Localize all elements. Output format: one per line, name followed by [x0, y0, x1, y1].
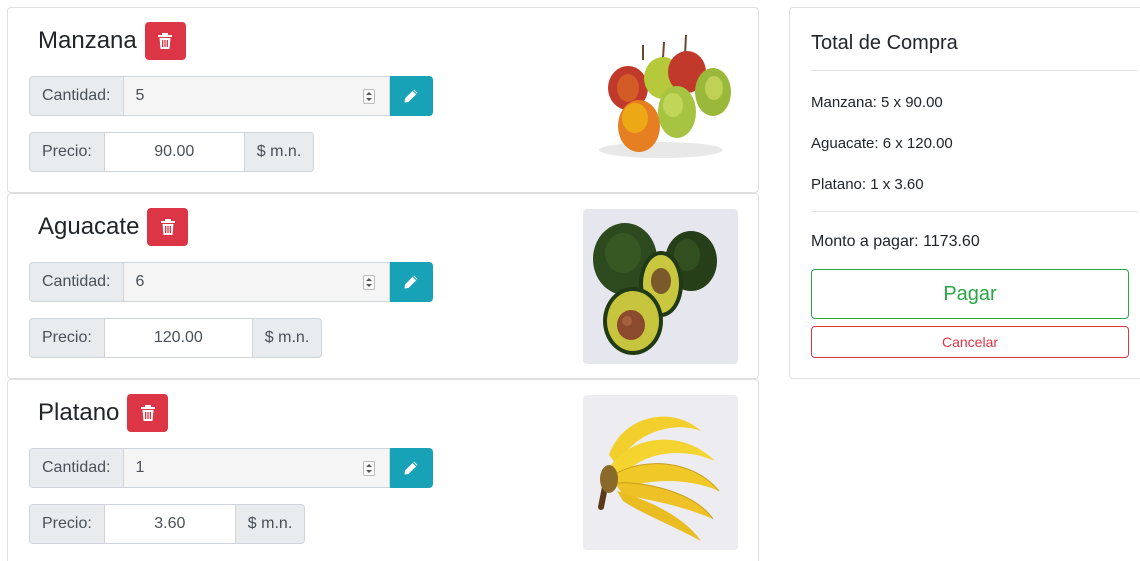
- price-group: Precio: 3.60 $ m.n.: [29, 504, 306, 544]
- delete-product-button[interactable]: [144, 22, 186, 60]
- pay-button[interactable]: Pagar: [811, 269, 1129, 319]
- edit-quantity-button[interactable]: [389, 262, 433, 302]
- currency-addon: $ m.n.: [234, 504, 306, 544]
- divider: [811, 70, 1138, 71]
- price-group: Precio: 90.00 $ m.n.: [29, 132, 315, 172]
- quantity-label: Cantidad:: [29, 76, 124, 116]
- quantity-input[interactable]: 1: [123, 448, 390, 488]
- quantity-label: Cantidad:: [29, 448, 124, 488]
- cancel-button[interactable]: Cancelar: [811, 326, 1129, 358]
- price-label: Precio:: [29, 318, 105, 358]
- quantity-input[interactable]: 6: [123, 262, 390, 302]
- summary-title: Total de Compra: [811, 32, 958, 54]
- quantity-spinner[interactable]: [362, 275, 375, 290]
- product-card: Platano Cantidad: 1 Precio: 3.60 $ m.n.: [7, 379, 759, 561]
- product-header: Manzana: [38, 22, 186, 60]
- purchase-summary-card: Total de Compra Manzana: 5 x 90.00 Aguac…: [789, 7, 1140, 379]
- quantity-spinner[interactable]: [362, 461, 375, 476]
- product-header: Aguacate: [38, 208, 189, 246]
- product-name: Platano: [38, 399, 120, 426]
- delete-product-button[interactable]: [147, 208, 189, 246]
- price-field[interactable]: 3.60: [104, 504, 235, 544]
- summary-line: Manzana: 5 x 90.00: [811, 94, 943, 111]
- product-header: Platano: [38, 394, 169, 432]
- product-name: Manzana: [38, 27, 137, 54]
- price-field[interactable]: 90.00: [104, 132, 244, 172]
- trash-icon: [160, 219, 175, 235]
- price-group: Precio: 120.00 $ m.n.: [29, 318, 323, 358]
- price-label: Precio:: [29, 132, 105, 172]
- product-card: Aguacate Cantidad: 6 Precio: 120.00 $ m.…: [7, 193, 759, 379]
- quantity-spinner[interactable]: [362, 89, 375, 104]
- trash-icon: [140, 405, 155, 421]
- avocados-image: [583, 209, 738, 364]
- summary-line: Aguacate: 6 x 120.00: [811, 135, 953, 152]
- pencil-icon: [404, 461, 418, 475]
- product-card: Manzana Cantidad: 5 Precio: 90.00 $ m.n.: [7, 7, 759, 193]
- quantity-input[interactable]: 5: [123, 76, 390, 116]
- quantity-group: Cantidad: 6: [29, 262, 433, 302]
- bananas-image: [583, 395, 738, 550]
- quantity-group: Cantidad: 5: [29, 76, 433, 116]
- edit-quantity-button[interactable]: [389, 76, 433, 116]
- amount-to-pay: Monto a pagar: 1173.60: [811, 233, 980, 250]
- apples-image: [583, 30, 738, 185]
- price-label: Precio:: [29, 504, 105, 544]
- quantity-value: 6: [135, 273, 145, 290]
- currency-addon: $ m.n.: [251, 318, 323, 358]
- pencil-icon: [404, 275, 418, 289]
- edit-quantity-button[interactable]: [389, 448, 433, 488]
- trash-icon: [158, 33, 173, 49]
- quantity-value: 1: [135, 459, 145, 476]
- product-name: Aguacate: [38, 213, 140, 240]
- divider: [811, 211, 1138, 212]
- delete-product-button[interactable]: [127, 394, 169, 432]
- pencil-icon: [404, 89, 418, 103]
- quantity-group: Cantidad: 1: [29, 448, 433, 488]
- quantity-label: Cantidad:: [29, 262, 124, 302]
- price-field[interactable]: 120.00: [104, 318, 252, 358]
- summary-line: Platano: 1 x 3.60: [811, 176, 924, 193]
- currency-addon: $ m.n.: [243, 132, 315, 172]
- quantity-value: 5: [135, 87, 145, 104]
